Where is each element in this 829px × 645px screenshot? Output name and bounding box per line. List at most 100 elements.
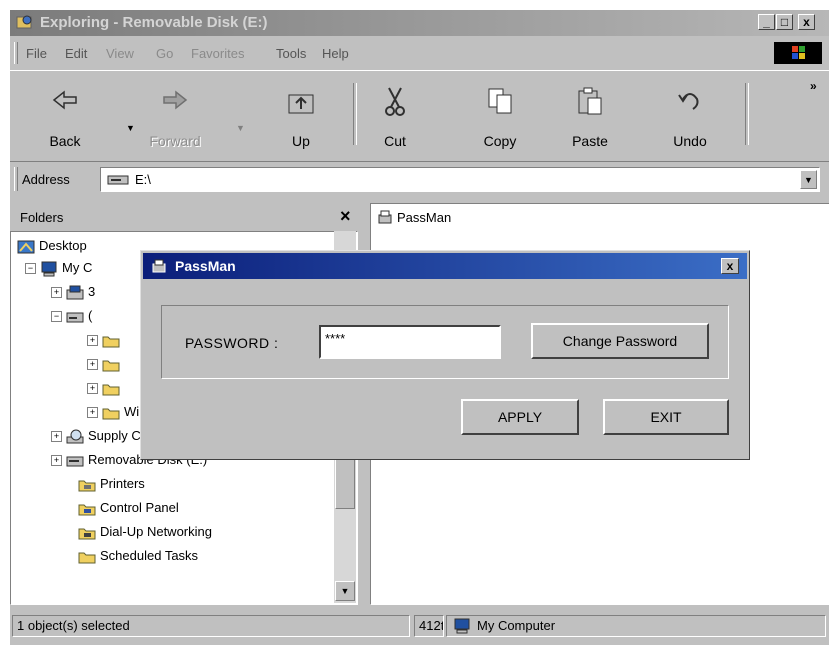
tree-item-desktop[interactable]: Desktop xyxy=(17,238,87,256)
content-header: PassMan xyxy=(371,204,829,230)
cd-drive-icon xyxy=(66,429,84,444)
scheduled-tasks-folder-icon xyxy=(78,552,96,564)
scroll-down-icon[interactable]: ▼ xyxy=(335,581,355,601)
up-folder-icon xyxy=(288,94,314,114)
apply-button[interactable]: APPLY xyxy=(461,399,579,435)
desktop-icon xyxy=(17,240,35,254)
removable-drive-icon xyxy=(66,456,84,467)
title-bar: Exploring - Removable Disk (E:) _ □ x xyxy=(10,10,829,36)
printers-folder-icon xyxy=(78,480,96,492)
dialup-folder-icon xyxy=(78,528,96,540)
collapse-icon-c[interactable]: − xyxy=(51,311,62,323)
exit-button[interactable]: EXIT xyxy=(603,399,729,435)
computer-icon-status xyxy=(454,618,470,634)
tree-item-control-panel[interactable]: Control Panel xyxy=(78,500,179,518)
collapse-icon[interactable]: − xyxy=(25,263,36,275)
floppy-drive-icon xyxy=(66,285,84,300)
folder-icon xyxy=(102,360,120,372)
menu-view[interactable]: View xyxy=(106,46,134,61)
password-label: PASSWORD : xyxy=(185,335,279,351)
toolbar-overflow-icon[interactable]: » xyxy=(810,79,817,93)
tree-item-dialup[interactable]: Dial-Up Networking xyxy=(78,524,212,542)
copy-button[interactable]: Copy xyxy=(465,77,535,153)
tree-item-floppy[interactable]: +3 xyxy=(51,284,95,302)
folders-close-icon[interactable]: × xyxy=(340,206,351,227)
menu-bar: File Edit View Go Favorites Tools Help xyxy=(10,38,829,68)
back-dropdown-icon[interactable]: ▼ xyxy=(126,123,135,133)
menu-help[interactable]: Help xyxy=(322,46,349,61)
expand-icon-4[interactable]: + xyxy=(87,407,98,419)
toolbar-separator xyxy=(353,83,357,145)
expand-icon-2[interactable]: + xyxy=(87,359,98,371)
status-selection: 1 object(s) selected xyxy=(12,615,410,637)
forward-dropdown-icon[interactable]: ▼ xyxy=(236,123,245,133)
tree-item-subfolder-2[interactable]: + xyxy=(87,356,124,374)
tree-item-printers[interactable]: Printers xyxy=(78,476,145,494)
tree-item-scheduled-tasks[interactable]: Scheduled Tasks xyxy=(78,548,198,566)
menu-tools[interactable]: Tools xyxy=(276,46,306,61)
passman-app-icon xyxy=(378,210,392,224)
tree-item-subfolder-3[interactable]: + xyxy=(87,380,124,398)
change-password-button[interactable]: Change Password xyxy=(531,323,709,359)
menu-edit[interactable]: Edit xyxy=(65,46,87,61)
forward-label: Forward xyxy=(149,133,201,149)
toolbar: Back ▼ Forward ▼ Up Cut Copy Paste Undo … xyxy=(10,70,829,162)
tree-label-dialup: Dial-Up Networking xyxy=(100,524,212,539)
status-size: 412t xyxy=(414,615,444,637)
address-bar: Address E:\ ▼ xyxy=(10,163,829,197)
maximize-button[interactable]: □ xyxy=(776,14,793,30)
dialog-title-bar: PassMan x xyxy=(143,253,747,279)
address-label: Address xyxy=(22,172,70,187)
copy-label: Copy xyxy=(483,133,517,149)
windows-logo xyxy=(774,42,822,64)
password-input[interactable]: **** xyxy=(319,325,501,359)
tree-item-subfolder-1[interactable]: + xyxy=(87,332,124,350)
dialog-close-button[interactable]: x xyxy=(721,258,739,274)
drive-icon xyxy=(107,175,129,185)
address-value: E:\ xyxy=(135,172,151,187)
explorer-window: Exploring - Removable Disk (E:) _ □ x Fi… xyxy=(10,10,829,645)
windows-flag-icon xyxy=(792,46,805,59)
address-input[interactable]: E:\ ▼ xyxy=(100,167,820,192)
tree-item-c-drive[interactable]: −( xyxy=(51,308,92,326)
up-label: Up xyxy=(292,133,310,149)
menu-favorites[interactable]: Favorites xyxy=(191,46,244,61)
folders-pane-header: Folders × xyxy=(10,203,368,231)
copy-icon xyxy=(488,88,512,114)
expand-icon-cd[interactable]: + xyxy=(51,431,62,443)
address-grip xyxy=(14,167,18,191)
expand-icon[interactable]: + xyxy=(51,287,62,299)
tree-label-scheduled-tasks: Scheduled Tasks xyxy=(100,548,199,563)
scissors-icon xyxy=(385,87,405,116)
folder-icon xyxy=(102,384,120,396)
forward-button[interactable]: Forward xyxy=(140,77,210,153)
expand-icon-1[interactable]: + xyxy=(87,335,98,347)
tree-item-my-computer[interactable]: − My C xyxy=(25,260,92,278)
back-button[interactable]: Back xyxy=(30,77,100,153)
undo-button[interactable]: Undo xyxy=(655,77,725,153)
menu-file[interactable]: File xyxy=(26,46,47,61)
control-panel-folder-icon xyxy=(78,504,96,516)
window-title: Exploring - Removable Disk (E:) xyxy=(40,14,268,31)
status-bar: 1 object(s) selected 412t My Computer xyxy=(10,608,829,645)
tree-label-desktop: Desktop xyxy=(39,238,87,253)
address-dropdown-icon[interactable]: ▼ xyxy=(800,170,817,189)
paste-button[interactable]: Paste xyxy=(555,77,625,153)
cut-label: Cut xyxy=(384,133,406,149)
tree-label-floppy: 3 xyxy=(88,284,96,299)
expand-icon-3[interactable]: + xyxy=(87,383,98,395)
tree-label-my-computer: My C xyxy=(62,260,93,275)
passman-icon xyxy=(152,259,166,273)
expand-icon-e[interactable]: + xyxy=(51,455,62,467)
up-button[interactable]: Up xyxy=(266,77,336,153)
minimize-button[interactable]: _ xyxy=(758,14,775,30)
menu-grip xyxy=(14,42,18,64)
cut-button[interactable]: Cut xyxy=(360,77,430,153)
folders-title: Folders xyxy=(20,210,64,225)
folder-icon xyxy=(102,408,120,420)
hard-drive-icon xyxy=(66,312,84,323)
close-button[interactable]: x xyxy=(798,14,815,30)
forward-arrow-icon xyxy=(163,90,188,110)
undo-icon xyxy=(678,93,699,110)
menu-go[interactable]: Go xyxy=(156,46,173,61)
